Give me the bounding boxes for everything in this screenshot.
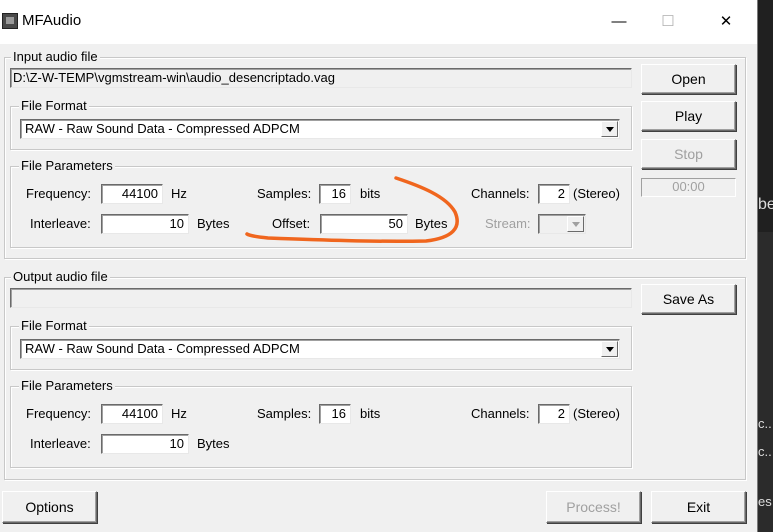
- input-file-parameters-group: File Parameters: [10, 158, 632, 248]
- input-group-label: Input audio file: [11, 49, 100, 64]
- dropdown-arrow-icon[interactable]: [601, 121, 618, 137]
- input-file-format-value: RAW - Raw Sound Data - Compressed ADPCM: [25, 121, 300, 136]
- offset-field[interactable]: 50: [320, 214, 408, 234]
- out-channels-field[interactable]: 2: [538, 404, 570, 424]
- out-stereo-label: (Stereo): [573, 406, 620, 421]
- output-file-format-label: File Format: [19, 318, 89, 333]
- out-channels-label: Channels:: [471, 406, 530, 421]
- time-display: 00:00: [641, 178, 736, 197]
- input-file-format-select[interactable]: RAW - Raw Sound Data - Compressed ADPCM: [20, 119, 620, 139]
- close-button[interactable]: ✕: [703, 8, 749, 36]
- out-bits-label: bits: [360, 406, 381, 421]
- frequency-label: Frequency:: [26, 186, 92, 201]
- exit-button[interactable]: Exit: [651, 491, 746, 523]
- hz-label: Hz: [171, 186, 187, 201]
- process-button: Process!: [546, 491, 641, 523]
- stream-label: Stream:: [485, 216, 531, 231]
- dropdown-arrow-icon[interactable]: [601, 341, 618, 357]
- save-as-button[interactable]: Save As: [641, 284, 736, 314]
- minimize-button[interactable]: —: [596, 8, 642, 36]
- stereo-label: (Stereo): [573, 186, 620, 201]
- background-text-fragment: es: [758, 494, 772, 509]
- output-file-format-value: RAW - Raw Sound Data - Compressed ADPCM: [25, 341, 300, 356]
- window-title: MFAudio: [22, 12, 82, 29]
- options-button[interactable]: Options: [2, 491, 97, 523]
- interleave-bytes-label: Bytes: [197, 216, 230, 231]
- output-file-format-select[interactable]: RAW - Raw Sound Data - Compressed ADPCM: [20, 339, 620, 359]
- dropdown-arrow-icon: [567, 216, 584, 232]
- out-hz-label: Hz: [171, 406, 187, 421]
- offset-bytes-label: Bytes: [415, 216, 448, 231]
- out-samples-label: Samples:: [257, 406, 312, 421]
- output-file-parameters-group: File Parameters: [10, 378, 632, 468]
- interleave-field[interactable]: 10: [101, 214, 189, 234]
- play-button[interactable]: Play: [641, 101, 736, 131]
- stream-select: [538, 214, 586, 234]
- title-bar[interactable]: MFAudio — ☐ ✕: [0, 0, 757, 44]
- samples-label: Samples:: [257, 186, 312, 201]
- stop-button: Stop: [641, 139, 736, 169]
- app-icon: [2, 13, 18, 29]
- input-params-label: File Parameters: [19, 158, 115, 173]
- channels-label: Channels:: [471, 186, 530, 201]
- input-path-field[interactable]: D:\Z-W-TEMP\vgmstream-win\audio_desencri…: [10, 68, 632, 88]
- out-bytes-label: Bytes: [197, 436, 230, 451]
- background-panel: [757, 232, 773, 532]
- open-button[interactable]: Open: [641, 64, 736, 94]
- background-text-fragment: c..: [758, 416, 772, 431]
- background-text-fragment: be: [758, 196, 773, 213]
- bits-label: bits: [360, 186, 381, 201]
- output-path-field[interactable]: [10, 288, 632, 308]
- out-samples-field[interactable]: 16: [319, 404, 351, 424]
- out-frequency-label: Frequency:: [26, 406, 92, 421]
- offset-label: Offset:: [272, 216, 311, 231]
- frequency-field[interactable]: 44100: [101, 184, 163, 204]
- output-params-label: File Parameters: [19, 378, 115, 393]
- maximize-button: ☐: [661, 13, 675, 30]
- out-interleave-field[interactable]: 10: [101, 434, 189, 454]
- mfaudio-window: MFAudio — ☐ ✕ Input audio file D:\Z-W-TE…: [0, 0, 758, 532]
- channels-field[interactable]: 2: [538, 184, 570, 204]
- input-file-format-label: File Format: [19, 98, 89, 113]
- out-frequency-field[interactable]: 44100: [101, 404, 163, 424]
- interleave-label: Interleave:: [30, 216, 91, 231]
- samples-field[interactable]: 16: [319, 184, 351, 204]
- background-text-fragment: c..: [758, 444, 772, 459]
- out-interleave-label: Interleave:: [30, 436, 91, 451]
- output-group-label: Output audio file: [11, 269, 110, 284]
